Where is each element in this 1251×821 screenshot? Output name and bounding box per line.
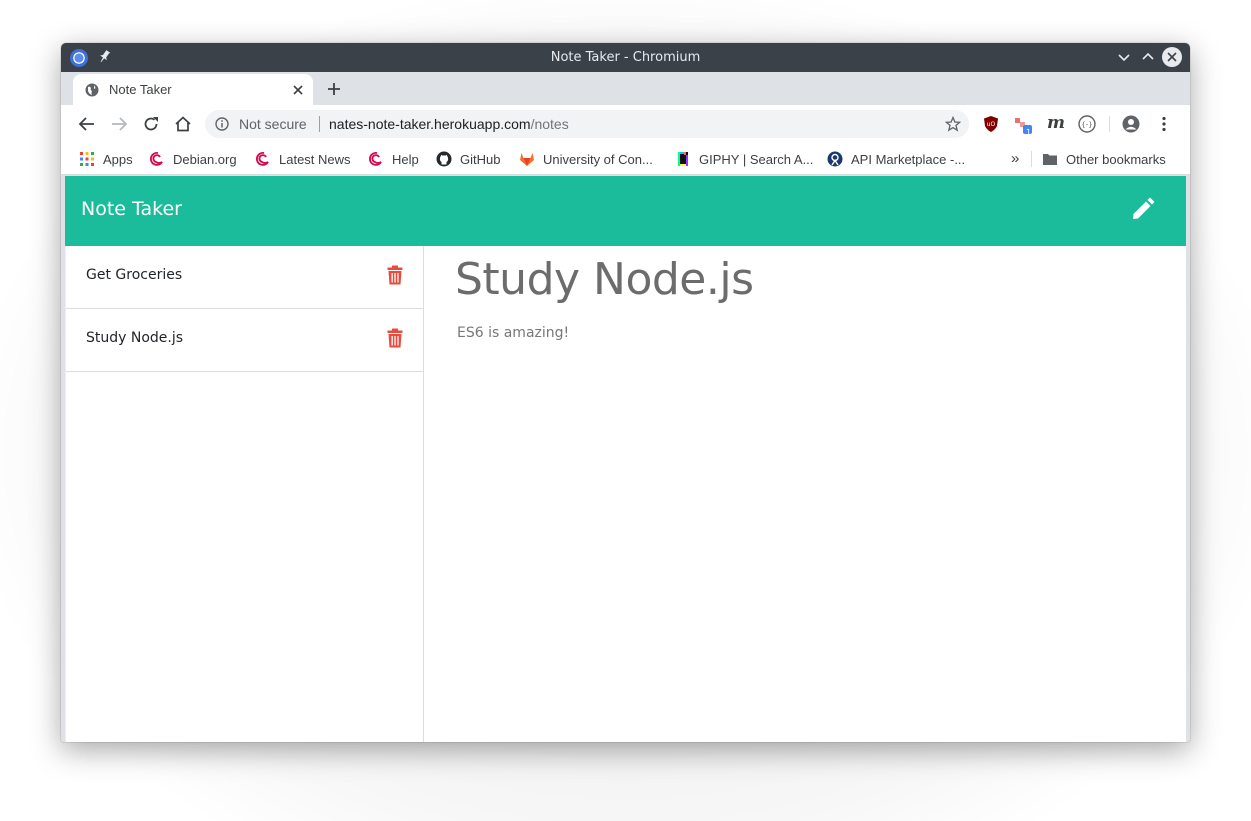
toolbar-divider	[1109, 116, 1110, 132]
forward-button[interactable]	[109, 114, 129, 134]
maximize-button[interactable]	[1138, 47, 1158, 67]
debian-icon	[255, 152, 269, 166]
bookmark-apps[interactable]: Apps	[79, 149, 133, 169]
bookmark-github[interactable]: GitHub	[436, 149, 500, 169]
gitlab-icon	[520, 153, 534, 166]
bookmark-latest-news[interactable]: Latest News	[255, 149, 351, 169]
page-content: Note Taker Get Groceries Study Node.js S…	[65, 176, 1186, 742]
app-brand[interactable]: Note Taker	[81, 198, 182, 220]
address-bar[interactable]: Not secure nates-note-taker.herokuapp.co…	[205, 110, 969, 138]
bookmark-label: GIPHY | Search A...	[699, 151, 814, 167]
code-extension-icon[interactable]: {-}	[1077, 114, 1097, 134]
home-button[interactable]	[173, 114, 193, 134]
tab-strip: Note Taker	[61, 72, 1190, 105]
window-titlebar: Note Taker - Chromium	[61, 43, 1190, 72]
close-window-button[interactable]	[1162, 47, 1182, 67]
bookmark-label: Apps	[103, 151, 133, 167]
bookmarks-overflow-button[interactable]: »	[1011, 148, 1019, 168]
tab-note-taker[interactable]: Note Taker	[73, 74, 313, 105]
bookmark-label: GitHub	[460, 151, 501, 167]
app-navbar: Note Taker	[65, 176, 1186, 246]
url-text[interactable]: nates-note-taker.herokuapp.com/notes	[329, 116, 569, 132]
bookmark-label: University of Con...	[543, 151, 653, 167]
giphy-icon	[678, 152, 688, 166]
apps-grid-icon	[80, 152, 94, 166]
info-icon[interactable]	[215, 117, 229, 131]
window-title: Note Taker - Chromium	[550, 50, 701, 65]
close-tab-icon[interactable]	[291, 83, 305, 97]
minimize-button[interactable]	[1114, 47, 1134, 67]
rapidapi-icon	[827, 151, 843, 167]
debian-icon	[368, 152, 382, 166]
bookmarks-divider	[1031, 151, 1032, 167]
notes-sidebar: Get Groceries Study Node.js	[65, 246, 424, 742]
url-path: /notes	[530, 116, 569, 132]
menu-kebab-icon[interactable]	[1154, 114, 1174, 134]
svg-text:{-}: {-}	[1081, 121, 1092, 129]
bookmark-debian[interactable]: Debian.org	[149, 149, 237, 169]
security-status: Not secure	[239, 116, 307, 132]
back-button[interactable]	[77, 114, 97, 134]
browser-window: Note Taker - Chromium Note Taker Not sec…	[61, 43, 1190, 742]
folder-icon	[1043, 154, 1057, 165]
github-icon	[436, 151, 452, 167]
browser-toolbar: Not secure nates-note-taker.herokuapp.co…	[61, 105, 1190, 143]
trash-icon[interactable]	[387, 328, 403, 348]
extension-badge-count: 1	[1026, 128, 1032, 137]
pencil-icon[interactable]	[1130, 196, 1156, 222]
ublock-icon[interactable]: uO	[981, 114, 1001, 134]
bookmark-help[interactable]: Help	[368, 149, 419, 169]
bookmark-giphy[interactable]: GIPHY | Search A...	[675, 149, 813, 169]
note-text-area[interactable]: ES6 is amazing!	[457, 325, 569, 341]
omnibox-divider	[319, 116, 320, 132]
note-title: Study Node.js	[86, 330, 184, 346]
note-editor: Study Node.js ES6 is amazing!	[425, 246, 1186, 742]
debian-icon	[149, 152, 163, 166]
new-tab-button[interactable]	[325, 80, 343, 98]
note-title: Get Groceries	[86, 267, 183, 283]
bookmark-star-icon[interactable]	[945, 116, 961, 132]
bookmark-university[interactable]: University of Con...	[519, 149, 653, 169]
note-title-input[interactable]: Study Node.js	[455, 254, 754, 305]
bookmark-label: Latest News	[279, 151, 351, 167]
list-item[interactable]: Get Groceries	[66, 246, 423, 309]
bookmark-label: Other bookmarks	[1066, 151, 1166, 167]
trash-icon[interactable]	[387, 265, 403, 285]
globe-icon	[85, 83, 99, 97]
mercury-extension-icon[interactable]: m	[1047, 113, 1065, 133]
profile-avatar-icon[interactable]	[1121, 114, 1141, 134]
list-item[interactable]: Study Node.js	[66, 309, 423, 372]
bookmark-other[interactable]: Other bookmarks	[1042, 149, 1166, 169]
bookmark-label: Help	[392, 151, 419, 167]
tab-title: Note Taker	[109, 82, 172, 97]
reload-button[interactable]	[141, 114, 161, 134]
bookmark-label: API Marketplace -...	[851, 151, 966, 167]
bookmark-api-marketplace[interactable]: API Marketplace -...	[827, 149, 965, 169]
url-host: nates-note-taker.herokuapp.com	[329, 116, 531, 132]
svg-text:uO: uO	[987, 121, 996, 128]
bookmark-label: Debian.org	[173, 151, 237, 167]
bookmarks-bar: Apps Debian.org Latest News Help GitHub …	[61, 143, 1190, 175]
